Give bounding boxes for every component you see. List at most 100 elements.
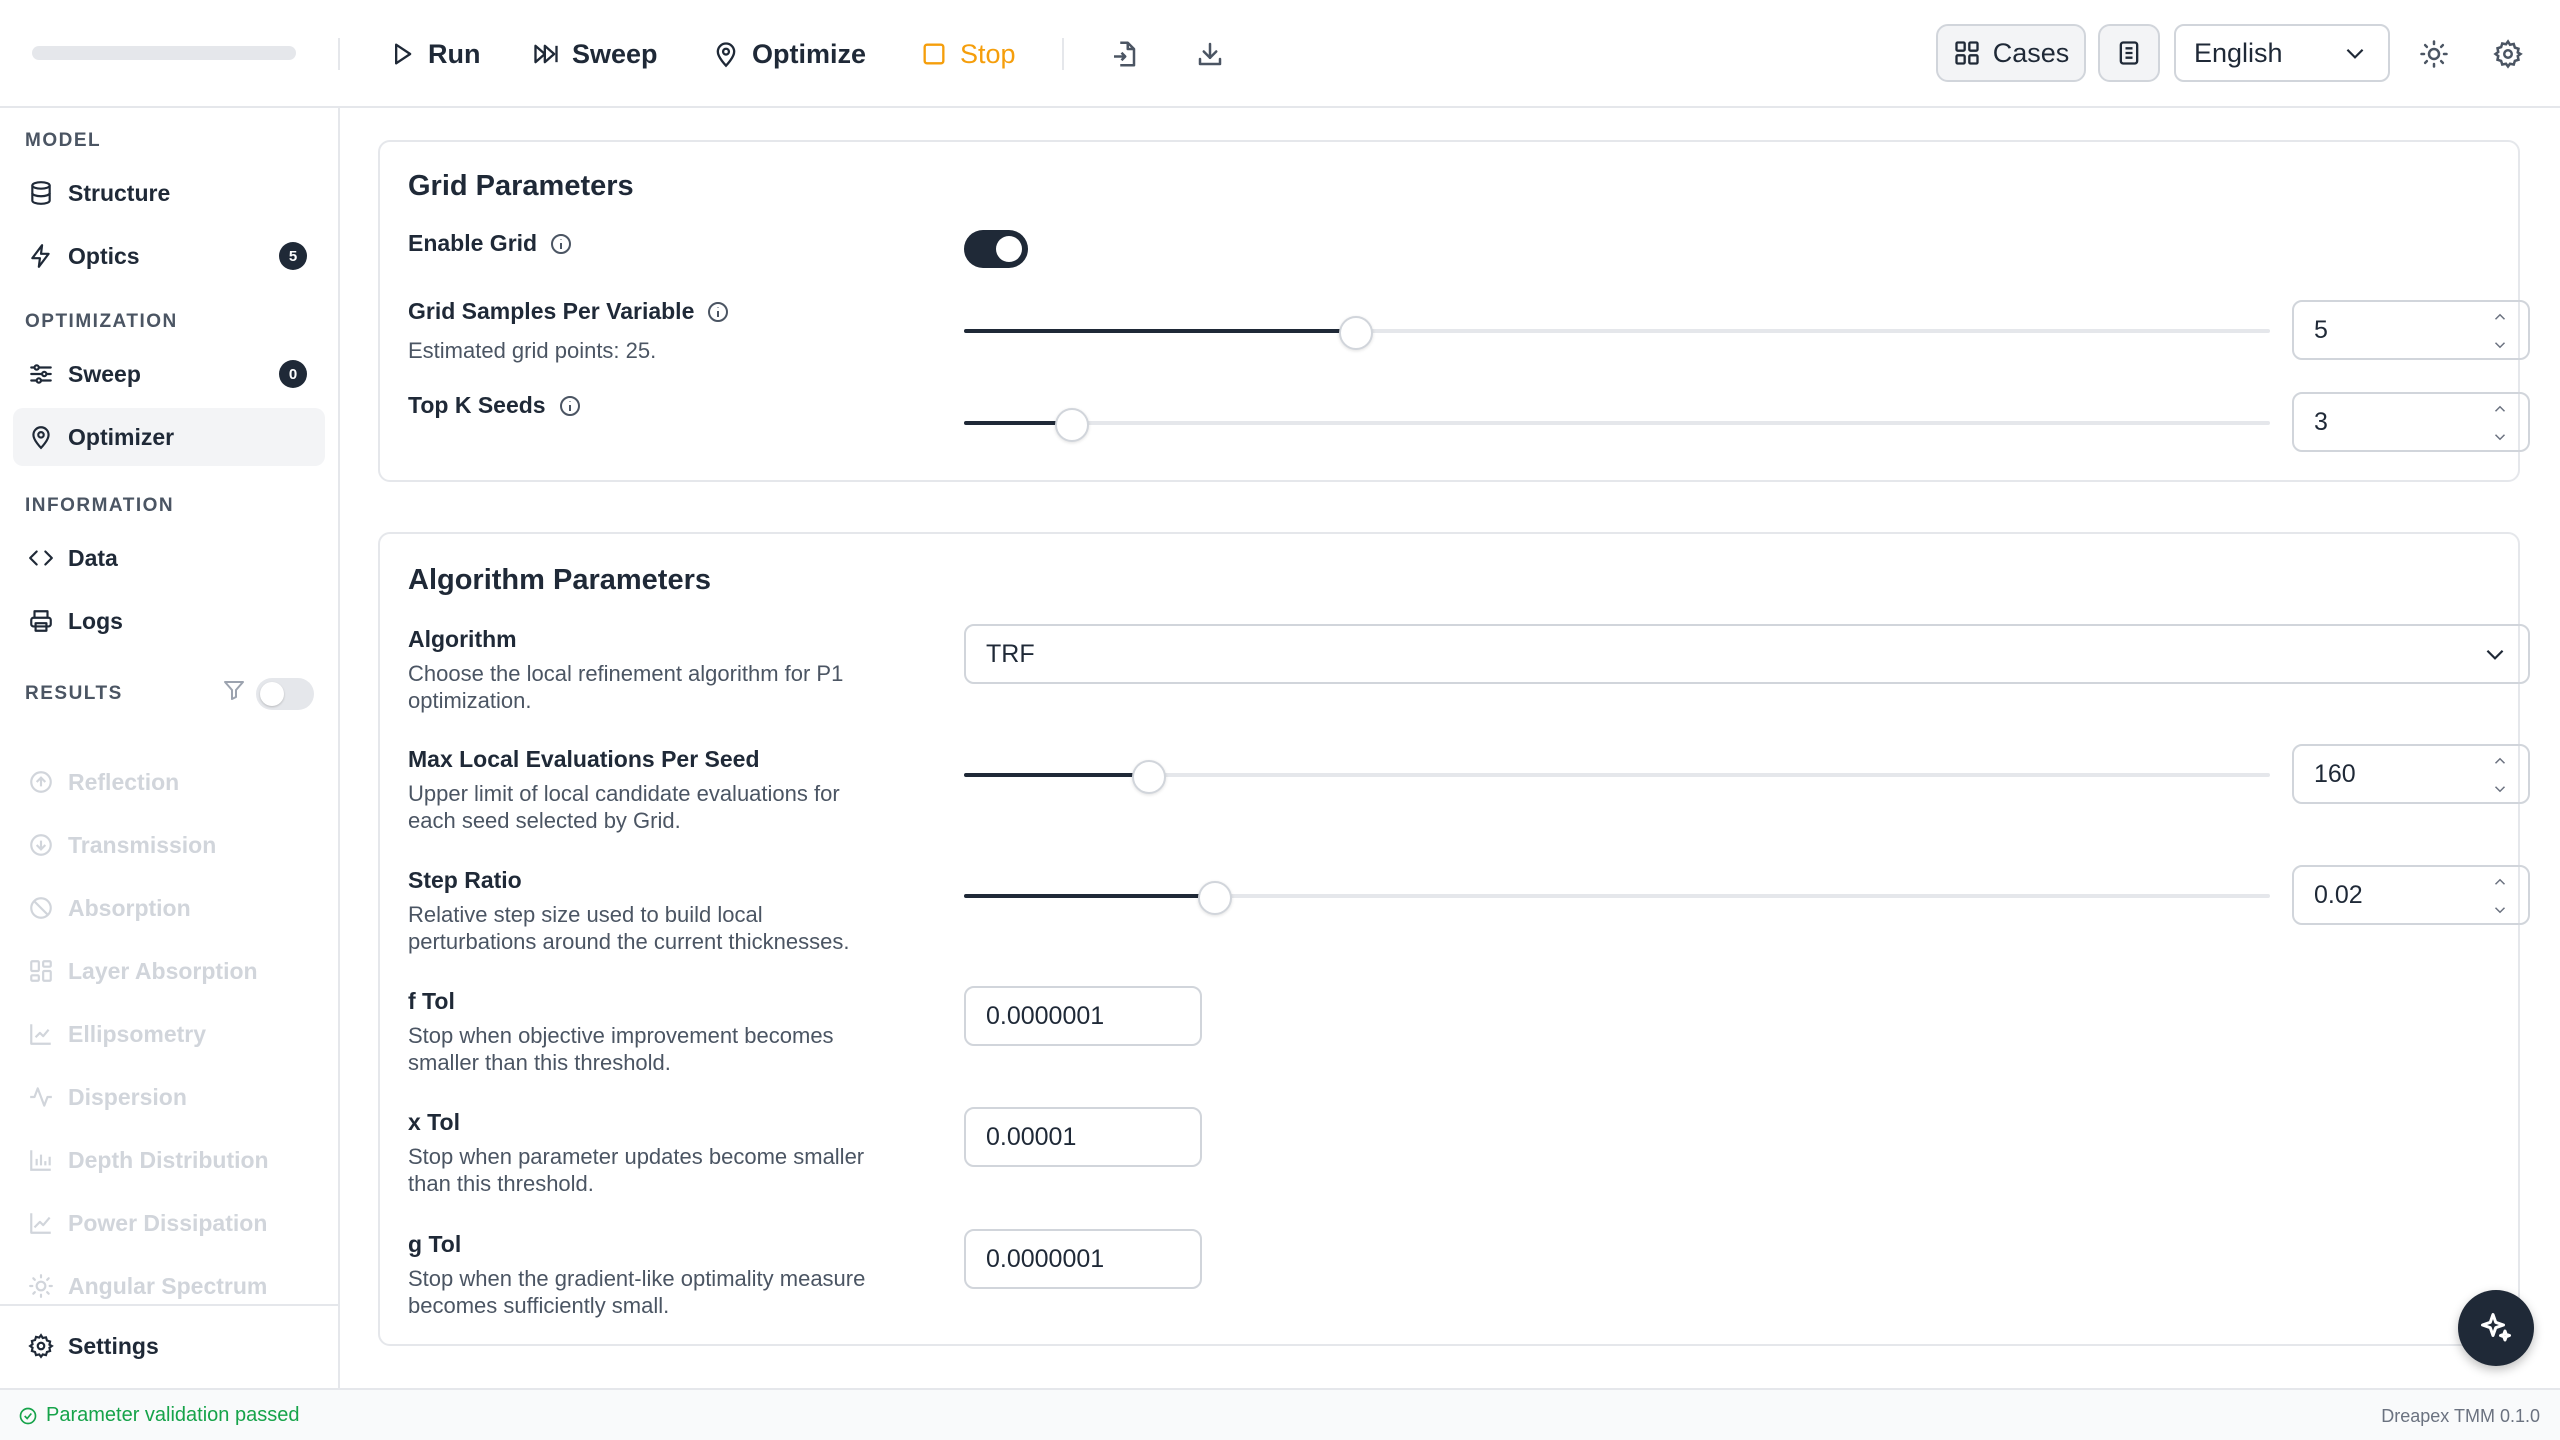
optimize-button[interactable]: Optimize — [712, 28, 866, 80]
x-tol-description: Stop when parameter updates become small… — [408, 1144, 865, 1196]
input-value: 160 — [2314, 759, 2356, 788]
g-tol-input[interactable]: 0.0000001 — [964, 1229, 1202, 1289]
results-filter-toggle[interactable] — [256, 678, 314, 710]
sidebar-item-power-dissipation[interactable]: Power Dissipation — [13, 1194, 325, 1252]
sidebar-item-logs[interactable]: Logs — [13, 592, 325, 650]
sidebar-item-reflection[interactable]: Reflection — [13, 753, 325, 811]
cases-button[interactable]: Cases — [1936, 24, 2086, 82]
sun-icon — [2419, 39, 2449, 69]
chevron-up-icon[interactable] — [2490, 308, 2512, 326]
fast-forward-icon — [532, 40, 560, 68]
slider-fill — [964, 329, 1356, 333]
chevron-down-icon[interactable] — [2490, 901, 2512, 919]
sweep-count-badge: 0 — [279, 360, 307, 388]
gear-icon — [28, 1333, 54, 1359]
settings-button[interactable] — [2484, 30, 2532, 78]
sidebar-item-depth-distribution[interactable]: Depth Distribution — [13, 1131, 325, 1189]
chevron-down-icon[interactable] — [2490, 780, 2512, 798]
f-tol-input[interactable]: 0.0000001 — [964, 986, 1202, 1046]
sidebar-item-ellipsometry[interactable]: Ellipsometry — [13, 1005, 325, 1063]
app-logo-placeholder — [32, 46, 296, 60]
sidebar-item-structure[interactable]: Structure — [13, 164, 325, 222]
sidebar-item-dispersion[interactable]: Dispersion — [13, 1068, 325, 1126]
sidebar-divider — [0, 1304, 338, 1306]
grid-samples-text: Grid Samples Per Variable — [408, 298, 695, 324]
stepper[interactable] — [2490, 873, 2512, 919]
export-button[interactable] — [1186, 30, 1234, 78]
top-k-seeds-slider[interactable] — [964, 408, 2270, 442]
lightning-icon — [28, 243, 54, 269]
x-tol-label: x Tol — [408, 1109, 460, 1135]
info-icon[interactable] — [706, 300, 730, 324]
sidebar-item-label: Optimizer — [68, 423, 175, 450]
grid-samples-slider[interactable] — [964, 316, 2270, 350]
grid-samples-label: Grid Samples Per Variable — [408, 298, 730, 325]
slider-thumb[interactable] — [1055, 408, 1090, 442]
run-label: Run — [428, 38, 481, 69]
chevron-up-icon[interactable] — [2490, 400, 2512, 418]
sidebar-item-layer-absorption[interactable]: Layer Absorption — [13, 942, 325, 1000]
theme-toggle-button[interactable] — [2410, 30, 2458, 78]
ban-icon — [28, 895, 54, 921]
slider-thumb[interactable] — [1132, 760, 1167, 794]
step-ratio-label: Step Ratio — [408, 867, 522, 893]
document-button[interactable] — [2098, 24, 2160, 82]
run-button[interactable]: Run — [388, 28, 480, 80]
top-k-seeds-input[interactable]: 3 — [2292, 392, 2530, 452]
app-version: Dreapex TMM 0.1.0 — [2381, 1406, 2540, 1426]
ai-assistant-button[interactable] — [2458, 1290, 2534, 1366]
sliders-icon — [28, 361, 54, 387]
sweep-label: Sweep — [572, 38, 658, 69]
import-button[interactable] — [1100, 30, 1148, 78]
grid-samples-input[interactable]: 5 — [2292, 300, 2530, 360]
step-ratio-slider[interactable] — [964, 881, 2270, 915]
input-value: 0.0000001 — [986, 1244, 1105, 1273]
sidebar-item-optimizer[interactable]: Optimizer — [13, 408, 325, 466]
status-bar: Parameter validation passed Dreapex TMM … — [0, 1388, 2560, 1440]
sidebar-item-sweep[interactable]: Sweep 0 — [13, 345, 325, 403]
input-value: 5 — [2314, 315, 2328, 344]
sidebar-item-settings[interactable]: Settings — [13, 1317, 325, 1375]
algorithm-description: Choose the local refinement algorithm fo… — [408, 661, 844, 713]
chevron-up-icon[interactable] — [2490, 752, 2512, 770]
slider-track — [964, 421, 2270, 425]
algorithm-select[interactable]: TRF — [964, 624, 2530, 684]
chevron-down-icon[interactable] — [2490, 336, 2512, 354]
main-content: Grid Parameters Enable Grid Grid Samples… — [340, 108, 2560, 1388]
g-tol-description: Stop when the gradient-like optimality m… — [408, 1266, 866, 1318]
stepper[interactable] — [2490, 400, 2512, 446]
top-k-seeds-text: Top K Seeds — [408, 392, 546, 418]
x-tol-input[interactable]: 0.00001 — [964, 1107, 1202, 1167]
info-icon[interactable] — [558, 394, 582, 418]
input-value: 0.02 — [2314, 880, 2363, 909]
stop-button[interactable]: Stop — [920, 28, 1016, 80]
arrow-down-circle-icon — [28, 832, 54, 858]
language-select[interactable]: English — [2174, 24, 2390, 82]
sidebar-item-transmission[interactable]: Transmission — [13, 816, 325, 874]
stop-label: Stop — [960, 38, 1016, 69]
filter-icon[interactable] — [222, 678, 246, 702]
sidebar-item-label: Absorption — [68, 894, 191, 921]
enable-grid-toggle[interactable] — [964, 230, 1028, 268]
step-ratio-description: Relative step size used to build local p… — [408, 902, 850, 954]
sidebar-item-optics[interactable]: Optics 5 — [13, 227, 325, 285]
sidebar-item-data[interactable]: Data — [13, 529, 325, 587]
chevron-down-icon[interactable] — [2490, 428, 2512, 446]
max-evaluations-slider[interactable] — [964, 760, 2270, 794]
max-evaluations-input[interactable]: 160 — [2292, 744, 2530, 804]
stepper[interactable] — [2490, 308, 2512, 354]
slider-thumb[interactable] — [1338, 316, 1373, 350]
slider-thumb[interactable] — [1197, 881, 1232, 915]
toggle-knob — [996, 236, 1022, 262]
sidebar-item-absorption[interactable]: Absorption — [13, 879, 325, 937]
step-ratio-input[interactable]: 0.02 — [2292, 865, 2530, 925]
sidebar-item-angular-spectrum[interactable]: Angular Spectrum — [13, 1257, 325, 1315]
sun-icon — [28, 1273, 54, 1299]
chevron-up-icon[interactable] — [2490, 873, 2512, 891]
stepper[interactable] — [2490, 752, 2512, 798]
optics-count-badge: 5 — [279, 242, 307, 270]
sidebar-item-label: Settings — [68, 1332, 159, 1359]
info-icon[interactable] — [549, 232, 573, 256]
sidebar-item-label: Transmission — [68, 831, 217, 858]
sweep-button[interactable]: Sweep — [532, 28, 658, 80]
